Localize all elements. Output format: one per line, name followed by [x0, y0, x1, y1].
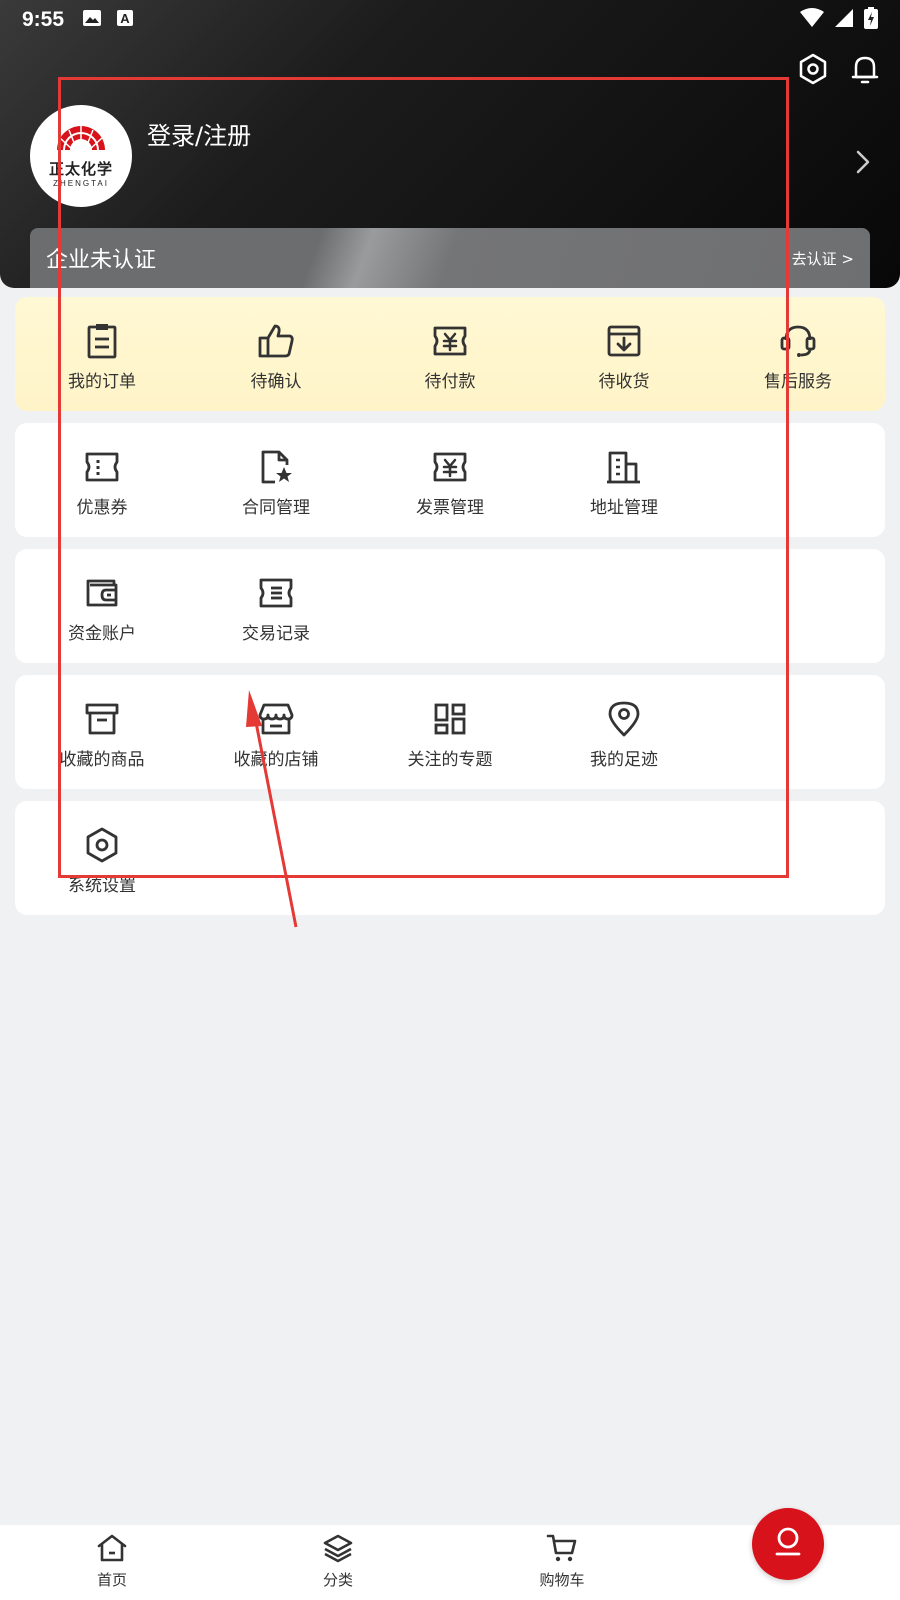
- thumbs-up-icon: [189, 321, 363, 361]
- nav-label: 首页: [96, 1571, 127, 1589]
- enterprise-cert-bar: 企业未认证 去认证 >: [30, 228, 870, 288]
- home-icon: [96, 1534, 128, 1567]
- cart-icon: [546, 1534, 578, 1567]
- grid-item-pending-payment[interactable]: 待付款: [363, 321, 537, 392]
- grid-item-label: 系统设置: [68, 876, 136, 896]
- grid-item-label: 地址管理: [590, 498, 658, 518]
- profile-header: 9:55 A 正太化学 ZHENGTAI 登录/注册 企业未认证 去认证 >: [0, 0, 900, 288]
- inbox-download-icon: [537, 321, 711, 361]
- avatar[interactable]: 正太化学 ZHENGTAI: [30, 105, 132, 207]
- grid-apps-icon: [363, 699, 537, 739]
- headset-icon: [711, 321, 885, 361]
- grid-item-label: 待确认: [250, 372, 302, 392]
- grid-item-label: 我的足迹: [590, 750, 658, 770]
- nav-item-home[interactable]: 首页: [52, 1533, 172, 1590]
- grid-item-fund-account[interactable]: 资金账户: [15, 573, 189, 644]
- grid-item-pending-receipt[interactable]: 待收货: [537, 321, 711, 392]
- chevron-right-icon[interactable]: [856, 150, 870, 178]
- grid-item-label: 收藏的店铺: [233, 750, 319, 770]
- yuan-ticket-icon: [363, 321, 537, 361]
- nav-item-category[interactable]: 分类: [278, 1533, 398, 1590]
- nav-label: 购物车: [539, 1571, 585, 1589]
- logo-cn-text: 正太化学: [48, 160, 113, 178]
- bell-icon[interactable]: [846, 50, 884, 88]
- building-icon: [537, 447, 711, 487]
- a-icon: A: [116, 9, 134, 31]
- grid-item-contracts[interactable]: 合同管理: [189, 447, 363, 518]
- tools-card: 优惠券 合同管理 发票管理 地址管理: [15, 423, 885, 537]
- archive-box-icon: [15, 699, 189, 739]
- grid-item-label: 合同管理: [242, 498, 310, 518]
- svg-text:A: A: [120, 11, 130, 26]
- brand-fan-logo-icon: [55, 124, 107, 154]
- grid-item-label: 发票管理: [416, 498, 484, 518]
- grid-item-addresses[interactable]: 地址管理: [537, 447, 711, 518]
- grid-item-after-sales[interactable]: 售后服务: [711, 321, 885, 392]
- store-icon: [189, 699, 363, 739]
- orders-card: 我的订单 待确认 待付款 待收货 售后服务: [15, 297, 885, 411]
- nav-label: 分类: [322, 1571, 353, 1589]
- grid-item-label: 交易记录: [242, 624, 310, 644]
- login-register-link[interactable]: 登录/注册: [147, 116, 251, 151]
- grid-item-fav-stores[interactable]: 收藏的店铺: [189, 699, 363, 770]
- grid-item-label: 资金账户: [68, 624, 136, 644]
- grid-item-label: 关注的专题: [407, 750, 493, 770]
- image-icon: [82, 9, 102, 31]
- go-certify-link[interactable]: 去认证 >: [792, 248, 854, 269]
- settings-hex-icon: [15, 825, 189, 865]
- status-time: 9:55: [22, 8, 65, 31]
- coupon-icon: [15, 447, 189, 487]
- favorites-card: 收藏的商品 收藏的店铺 关注的专题 我的足迹: [15, 675, 885, 789]
- cert-status-label: 企业未认证: [46, 248, 157, 273]
- grid-item-label: 收藏的商品: [59, 750, 145, 770]
- wifi-icon: [800, 8, 824, 32]
- finance-card: 资金账户 交易记录: [15, 549, 885, 663]
- grid-item-invoices[interactable]: 发票管理: [363, 447, 537, 518]
- location-pin-icon: [537, 699, 711, 739]
- profile-fab-button[interactable]: [752, 1508, 824, 1580]
- grid-item-fav-products[interactable]: 收藏的商品: [15, 699, 189, 770]
- grid-item-system-settings[interactable]: 系统设置: [15, 825, 189, 896]
- settings-hex-icon[interactable]: [794, 50, 832, 88]
- nav-item-cart[interactable]: 购物车: [502, 1533, 622, 1590]
- profile-icon: [773, 1526, 803, 1562]
- grid-item-coupons[interactable]: 优惠券: [15, 447, 189, 518]
- layers-icon: [322, 1534, 354, 1567]
- system-card: 系统设置: [15, 801, 885, 915]
- signal-icon: [834, 8, 854, 32]
- wallet-icon: [15, 573, 189, 613]
- grid-item-label: 我的订单: [68, 372, 136, 392]
- grid-item-label: 待付款: [424, 372, 476, 392]
- grid-item-footprints[interactable]: 我的足迹: [537, 699, 711, 770]
- record-ticket-icon: [189, 573, 363, 613]
- battery-icon: [864, 7, 878, 33]
- logo-en-text: ZHENGTAI: [53, 179, 109, 188]
- grid-item-label: 售后服务: [764, 372, 832, 392]
- grid-item-transactions[interactable]: 交易记录: [189, 573, 363, 644]
- contract-star-icon: [189, 447, 363, 487]
- grid-item-pending-confirm[interactable]: 待确认: [189, 321, 363, 392]
- invoice-icon: [363, 447, 537, 487]
- status-bar: 9:55 A: [0, 0, 900, 40]
- grid-item-label: 优惠券: [76, 498, 128, 518]
- clipboard-icon: [15, 321, 189, 361]
- grid-item-label: 待收货: [598, 372, 650, 392]
- grid-item-followed-topics[interactable]: 关注的专题: [363, 699, 537, 770]
- grid-item-my-orders[interactable]: 我的订单: [15, 321, 189, 392]
